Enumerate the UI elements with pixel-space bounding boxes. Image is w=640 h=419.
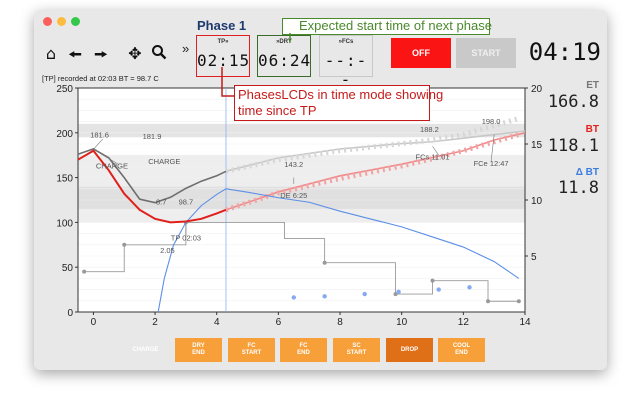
event-step-marker [322,260,327,265]
x-tick-label: 2 [152,317,158,328]
chart-annotation: 181.6 [90,130,109,139]
x-tick-label: 8 [337,317,343,328]
event-button-fc-start[interactable]: FC START [228,338,275,362]
x-tick-label: 14 [519,317,531,328]
y-left-tick-label: 50 [62,263,74,274]
chart-annotation: CHARGE [148,157,180,166]
delta-bt-marker [436,287,441,292]
y-right-tick-label: 10 [531,196,543,207]
chart-annotation: 98.7 [179,197,194,206]
x-tick-label: 6 [276,317,282,328]
y-right-tick-label: 15 [531,140,543,151]
chart-annotation: 198.0 [482,117,501,126]
y-right-tick-label: 5 [531,252,537,263]
callout-side-line2: time since TP [238,103,317,118]
chart-annotation: 188.2 [420,125,439,134]
y-left-tick-label: 150 [56,174,73,185]
x-tick-label: 10 [396,317,408,328]
event-button-fc-end[interactable]: FC END [280,338,327,362]
event-button-charge[interactable]: CHARGE [122,338,169,362]
delta-bt-marker [362,291,367,297]
event-step-marker [486,299,491,304]
event-button-cool-end[interactable]: COOL END [438,338,485,362]
chart-annotation: FCs 11:01 [415,153,449,162]
callout-top-text: Expected start time of next phase [299,18,492,33]
callout-side-line1: PhasesLCDs in time mode showing [238,87,444,102]
y-right-tick-label: 20 [531,84,543,95]
event-step-marker [82,269,87,274]
event-step-marker [122,242,127,247]
delta-bt-marker [396,289,401,295]
delta-bt-marker [322,294,327,299]
chart-annotation: 143.2 [284,160,303,169]
y-left-tick-label: 200 [56,129,73,140]
chart-annotation: 181.9 [143,132,162,141]
roast-chart[interactable]: 0 2 4 6 8 10 12 14 0 50 100 150 200 250 5 10 15 20 181.6 18… [34,10,607,340]
y-left-tick-label: 0 [67,308,73,319]
y-left-tick-label: 100 [56,218,73,229]
y-left-tick-label: 250 [56,84,73,95]
event-step-marker [516,299,521,304]
chart-annotation: 2.05 [160,246,175,255]
x-tick-label: 12 [458,317,470,328]
chart-annotation: DE 6:25 [280,191,307,200]
artisan-window: Phase 1 ⌂ 🠘 🠚 ✥ » TP» 02:15 »DRY 06:24 »… [34,10,607,370]
chart-annotation: 8.7 [156,197,166,206]
x-tick-label: 4 [214,317,220,328]
event-button-dry-end[interactable]: DRY END [175,338,222,362]
x-tick-label: 0 [91,317,97,328]
event-button-sc-start[interactable]: SC START [333,338,380,362]
delta-bt-marker [467,285,472,290]
chart-annotation: CHARGE [96,162,128,171]
event-button-drop[interactable]: DROP [386,338,433,362]
event-step-marker [430,278,435,283]
delta-bt-marker [291,295,296,300]
